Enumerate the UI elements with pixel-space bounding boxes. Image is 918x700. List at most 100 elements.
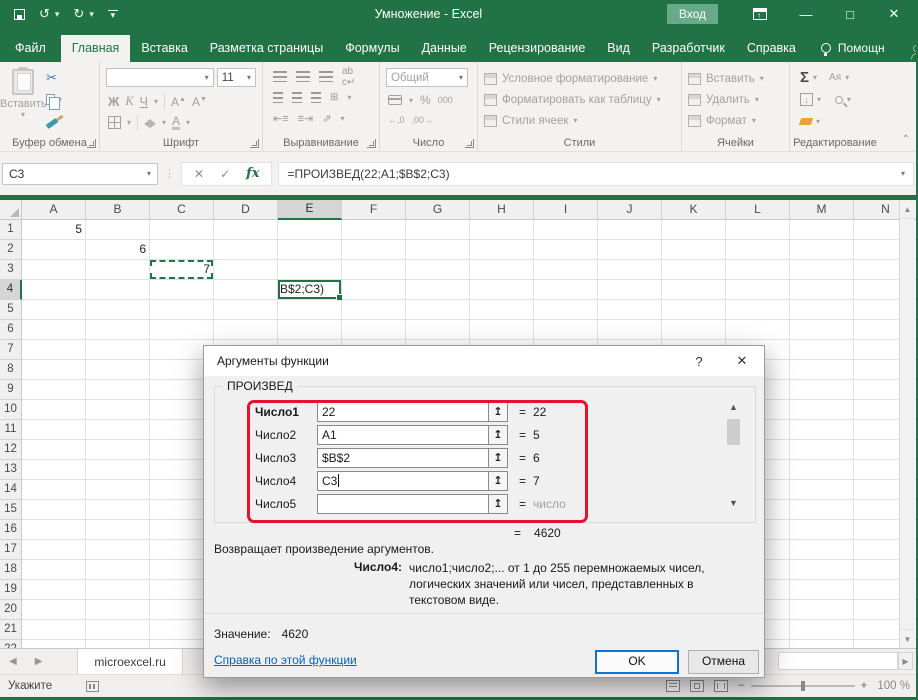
cell-M8[interactable] (790, 360, 854, 380)
align-left-icon[interactable] (273, 92, 283, 103)
dialog-close-icon[interactable]: ✕ (734, 353, 750, 369)
cell-M12[interactable] (790, 440, 854, 460)
column-header-L[interactable]: L (726, 200, 790, 220)
cell-A16[interactable] (22, 520, 86, 540)
clipboard-dialog-launcher-icon[interactable] (87, 139, 96, 148)
cell-J2[interactable] (598, 240, 662, 260)
row-header-7[interactable]: 7 (0, 340, 22, 360)
minimize-button[interactable]: — (784, 0, 828, 28)
styles-item-Форматировать как таблицу[interactable]: Форматировать как таблицу▾ (478, 89, 681, 110)
function-help-link[interactable]: Справка по этой функции (214, 653, 357, 667)
scroll-right-icon[interactable]: ▶ (898, 652, 913, 670)
cell-H2[interactable] (470, 240, 534, 260)
cell-B20[interactable] (86, 600, 150, 620)
row-header-17[interactable]: 17 (0, 540, 22, 560)
expand-formula-bar-icon[interactable]: ▾ (901, 169, 905, 178)
cell-A8[interactable] (22, 360, 86, 380)
cell-A14[interactable] (22, 480, 86, 500)
cell-M1[interactable] (790, 220, 854, 240)
cell-A5[interactable] (22, 300, 86, 320)
row-header-4[interactable]: 4 (0, 280, 22, 300)
cell-B5[interactable] (86, 300, 150, 320)
tab-file[interactable]: Файл (0, 35, 61, 62)
collapse-dialog-button-2[interactable]: ↥ (489, 425, 508, 445)
cell-E1[interactable] (278, 220, 342, 240)
cell-L4[interactable] (726, 280, 790, 300)
argument-input-Число5[interactable] (317, 494, 489, 514)
select-all-corner[interactable] (0, 200, 22, 220)
cell-A6[interactable] (22, 320, 86, 340)
wrap-text-icon[interactable]: abc↵ (342, 66, 355, 88)
confirm-entry-icon[interactable]: ✓ (220, 167, 230, 181)
cell-C4[interactable] (150, 280, 214, 300)
align-center-icon[interactable] (292, 92, 302, 103)
font-color-icon[interactable]: A (172, 116, 180, 130)
argument-input-Число2[interactable]: A1 (317, 425, 489, 445)
cell-A13[interactable] (22, 460, 86, 480)
tab-Формулы[interactable]: Формулы (334, 35, 410, 62)
cell-M10[interactable] (790, 400, 854, 420)
scroll-up-icon[interactable]: ▲ (900, 200, 915, 219)
column-header-G[interactable]: G (406, 200, 470, 220)
align-right-icon[interactable] (311, 92, 321, 103)
cell-G6[interactable] (406, 320, 470, 340)
cut-icon[interactable]: ✂ (46, 70, 57, 86)
fill-color-icon[interactable] (144, 119, 156, 128)
cell-B3[interactable] (86, 260, 150, 280)
row-header-18[interactable]: 18 (0, 560, 22, 580)
cell-H3[interactable] (470, 260, 534, 280)
cell-M19[interactable] (790, 580, 854, 600)
cell-E6[interactable] (278, 320, 342, 340)
accounting-format-icon[interactable] (388, 95, 402, 105)
cell-M16[interactable] (790, 520, 854, 540)
collapse-dialog-button-4[interactable]: ↥ (489, 471, 508, 491)
cell-L6[interactable] (726, 320, 790, 340)
sheet-tab-active[interactable]: microexcel.ru (77, 649, 182, 674)
cell-B10[interactable] (86, 400, 150, 420)
cell-M20[interactable] (790, 600, 854, 620)
sort-filter-icon[interactable]: Ая (829, 72, 841, 83)
tab-Разметка страницы[interactable]: Разметка страницы (199, 35, 334, 62)
cell-M13[interactable] (790, 460, 854, 480)
row-header-13[interactable]: 13 (0, 460, 22, 480)
cell-K2[interactable] (662, 240, 726, 260)
row-header-21[interactable]: 21 (0, 620, 22, 640)
decrease-decimal-icon[interactable]: ,00→ (412, 115, 434, 125)
cell-A2[interactable] (22, 240, 86, 260)
cell-A9[interactable] (22, 380, 86, 400)
page-layout-view-icon[interactable] (690, 680, 704, 692)
cell-M11[interactable] (790, 420, 854, 440)
cell-I5[interactable] (534, 300, 598, 320)
increase-indent-icon[interactable]: ≡⇥ (298, 112, 314, 125)
maximize-button[interactable]: □ (828, 0, 872, 28)
increase-decimal-icon[interactable]: ←,0 (388, 115, 405, 125)
align-middle-icon[interactable] (296, 71, 310, 82)
merge-center-icon[interactable]: ⊞ (330, 92, 338, 103)
cell-A21[interactable] (22, 620, 86, 640)
column-header-F[interactable]: F (342, 200, 406, 220)
cell-I1[interactable] (534, 220, 598, 240)
cell-B9[interactable] (86, 380, 150, 400)
cell-G3[interactable] (406, 260, 470, 280)
row-header-2[interactable]: 2 (0, 240, 22, 260)
undo-dropdown-icon[interactable]: ▾ (55, 9, 60, 20)
cell-M7[interactable] (790, 340, 854, 360)
ok-button[interactable]: OK (595, 650, 679, 674)
zoom-in-icon[interactable]: + (861, 680, 868, 692)
cell-M9[interactable] (790, 380, 854, 400)
font-dialog-launcher-icon[interactable] (250, 139, 259, 148)
column-header-I[interactable]: I (534, 200, 598, 220)
cell-H1[interactable] (470, 220, 534, 240)
autosum-button[interactable]: Σ (800, 69, 809, 86)
row-header-3[interactable]: 3 (0, 260, 22, 280)
cell-M4[interactable] (790, 280, 854, 300)
macro-record-icon[interactable] (86, 681, 99, 692)
arguments-scroll-up-icon[interactable]: ▲ (726, 402, 741, 412)
row-header-12[interactable]: 12 (0, 440, 22, 460)
row-header-11[interactable]: 11 (0, 420, 22, 440)
tab-Данные[interactable]: Данные (411, 35, 478, 62)
cell-B6[interactable] (86, 320, 150, 340)
cell-L3[interactable] (726, 260, 790, 280)
cell-F4[interactable] (342, 280, 406, 300)
cell-A20[interactable] (22, 600, 86, 620)
